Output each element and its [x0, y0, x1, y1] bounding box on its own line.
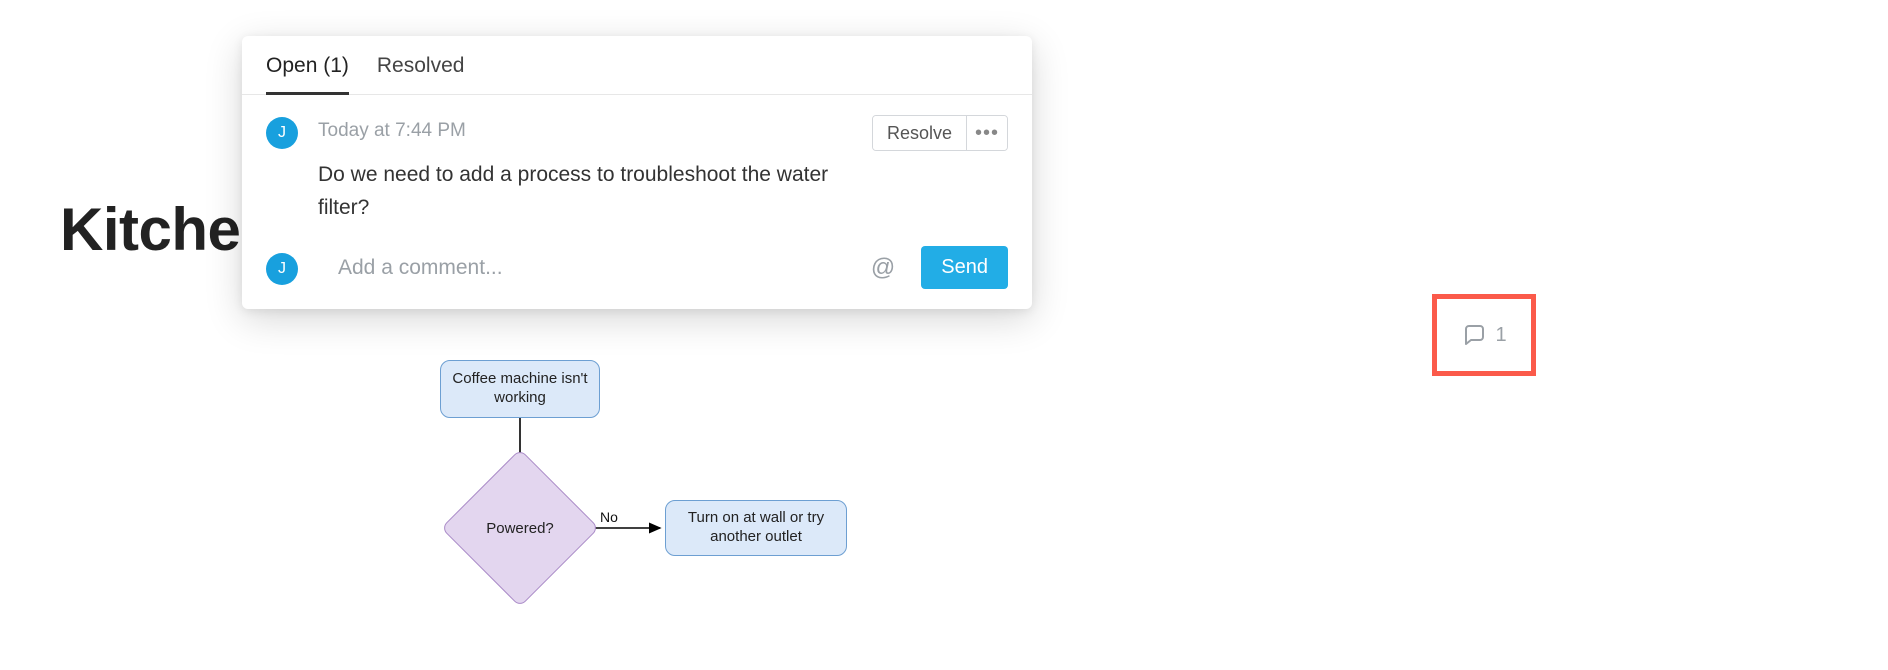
comment-timestamp: Today at 7:44 PM	[318, 115, 466, 147]
comments-popup: Open (1) Resolved J Today at 7:44 PM Res…	[242, 36, 1032, 309]
comment-actions: Resolve •••	[872, 115, 1008, 151]
resolve-button[interactable]: Resolve	[873, 116, 967, 150]
comment-icon[interactable]	[1461, 323, 1487, 347]
flow-edge-no-label: No	[600, 509, 618, 525]
flowchart: Coffee machine isn't working Powered? No…	[430, 360, 900, 670]
comment-input[interactable]	[338, 256, 845, 280]
avatar: J	[266, 117, 298, 149]
flow-node-decision-label: Powered?	[464, 472, 576, 584]
more-button[interactable]: •••	[967, 116, 1007, 150]
avatar: J	[266, 253, 298, 285]
flow-node-start[interactable]: Coffee machine isn't working	[440, 360, 600, 418]
mention-button[interactable]: @	[865, 254, 901, 282]
comment-body: Do we need to add a process to troublesh…	[318, 159, 838, 224]
comment-count-highlight: 1	[1432, 294, 1536, 376]
send-button[interactable]: Send	[921, 246, 1008, 289]
comment-thread: J Today at 7:44 PM Resolve ••• Do we nee…	[242, 95, 1032, 232]
comment-composer: J @ Send	[242, 232, 1032, 309]
comments-tabs: Open (1) Resolved	[242, 36, 1032, 95]
flow-node-outlet[interactable]: Turn on at wall or try another outlet	[665, 500, 847, 556]
tab-resolved[interactable]: Resolved	[377, 54, 465, 94]
tab-open[interactable]: Open (1)	[266, 54, 349, 95]
page-title: Kitche	[60, 195, 240, 264]
comment-count: 1	[1495, 324, 1506, 347]
